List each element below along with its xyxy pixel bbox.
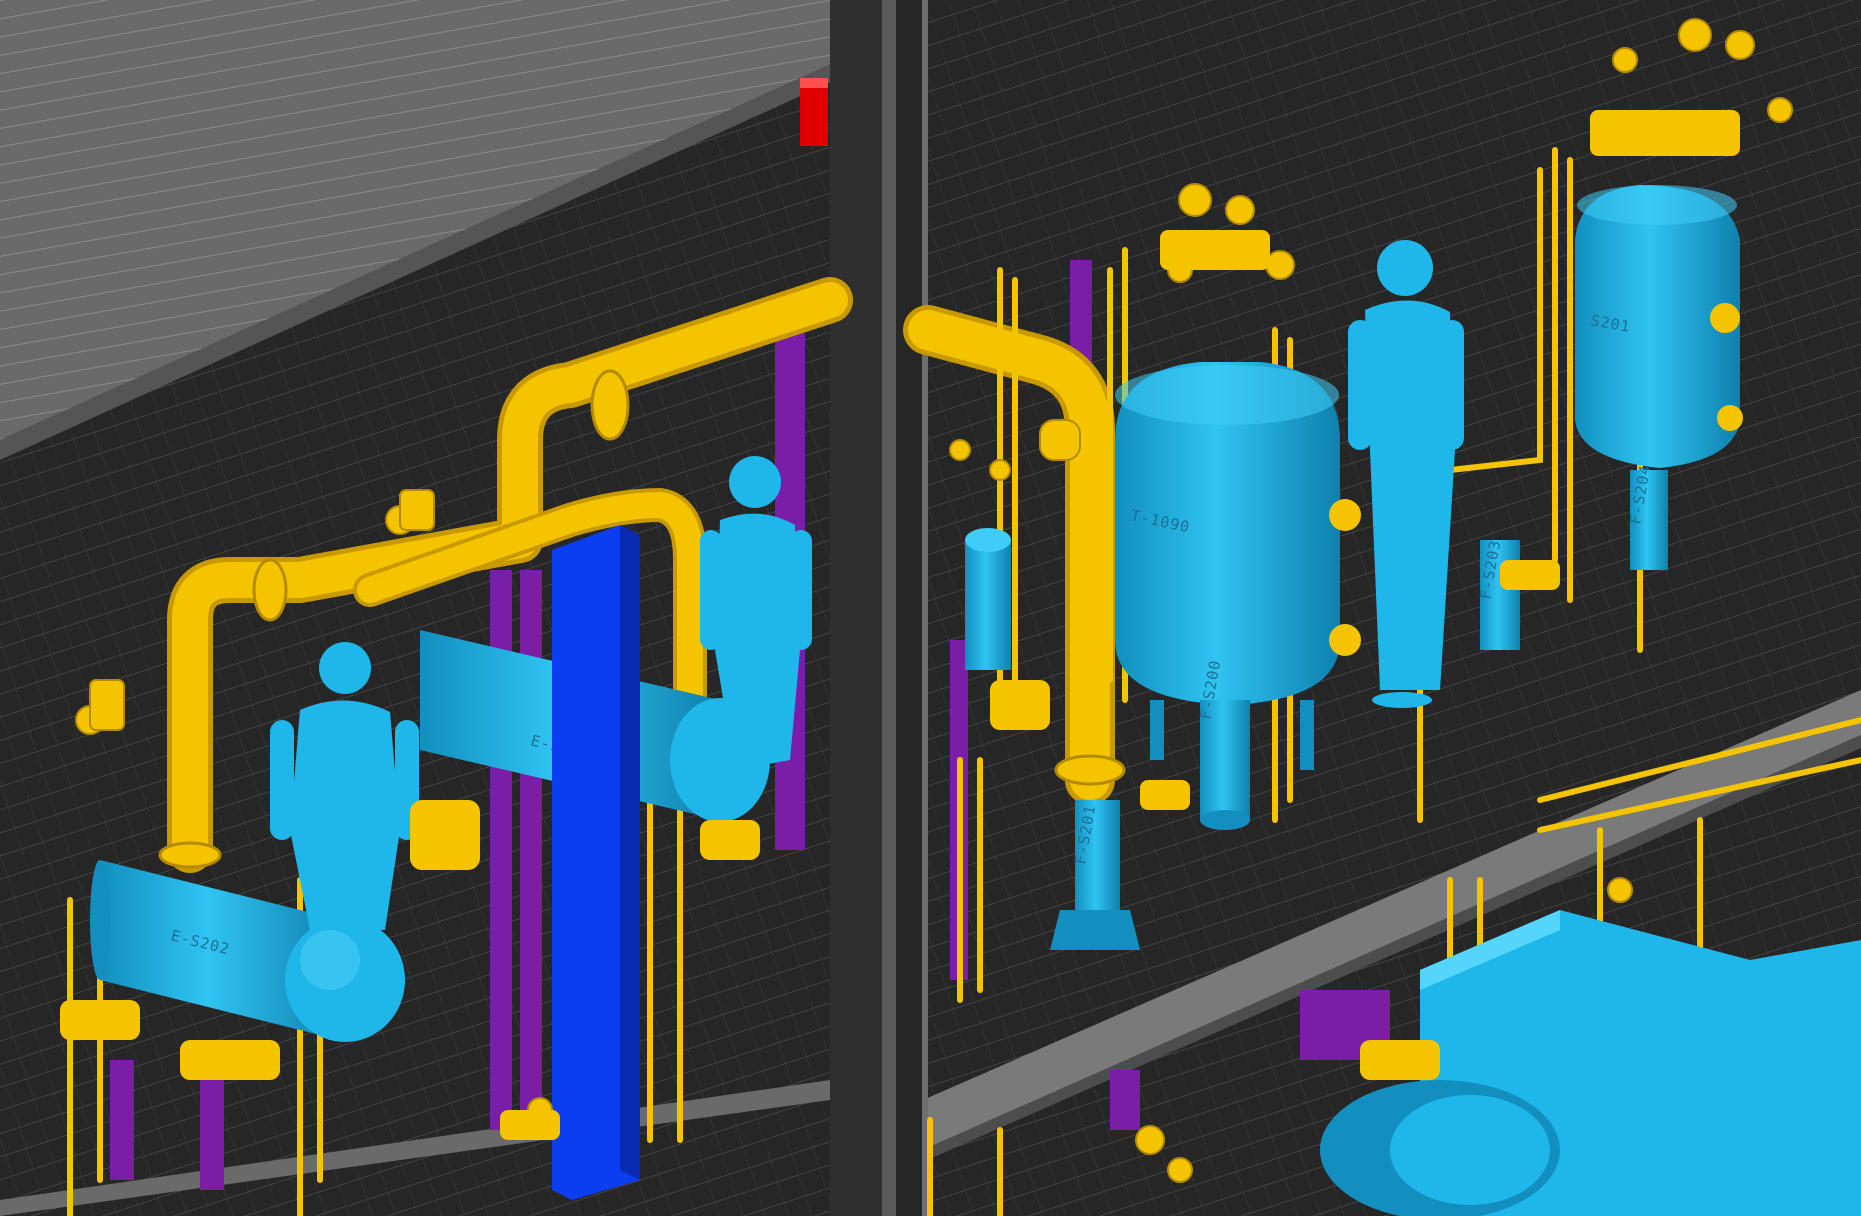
filter-f-s204[interactable]: F-S204 xyxy=(1626,463,1668,570)
blue-column xyxy=(552,525,640,1200)
filter-f-s203[interactable]: F-S203 xyxy=(1476,538,1520,650)
plant-3d-viewport[interactable]: E-S202 E-S T-1090 F-S200 F-S201 S201 F-S… xyxy=(0,0,1861,1216)
vessel-s201[interactable]: S201 xyxy=(1575,185,1743,468)
alarm-box[interactable] xyxy=(800,78,828,146)
structural-posts xyxy=(830,0,928,1216)
small-vessel xyxy=(965,528,1011,670)
